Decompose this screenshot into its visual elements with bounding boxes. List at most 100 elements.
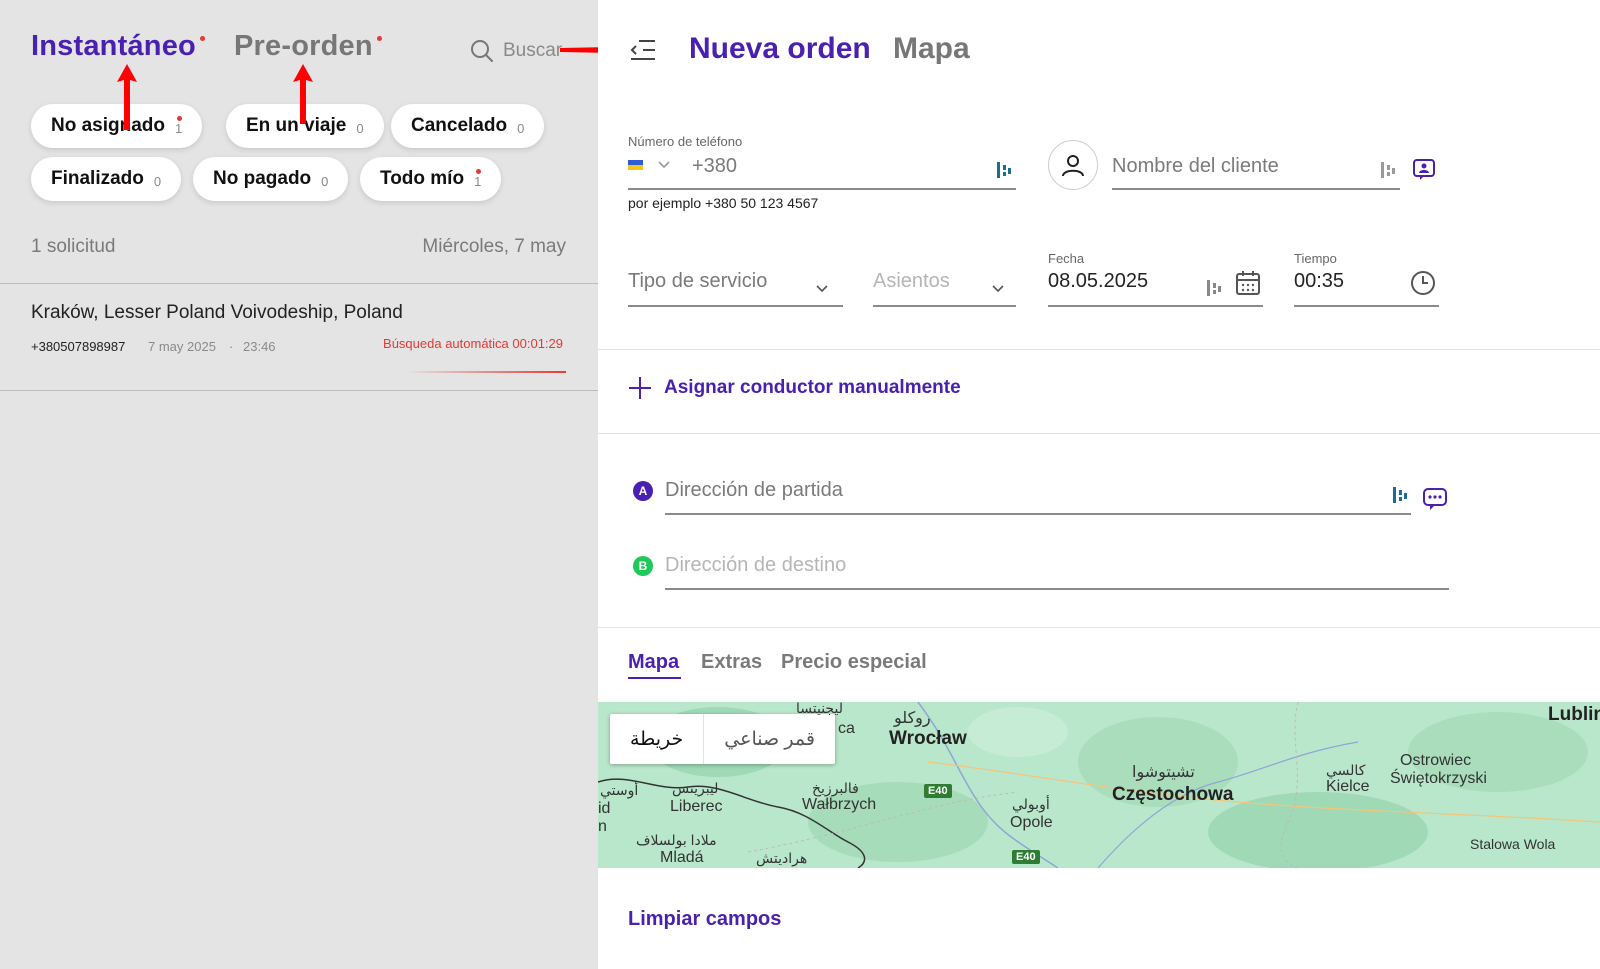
map-label: هراديتش: [756, 850, 808, 866]
calendar-icon[interactable]: [1235, 270, 1261, 296]
chevron-down-icon[interactable]: [658, 161, 670, 169]
service-type-select[interactable]: Tipo de servicio: [628, 270, 767, 293]
map-type-map-button[interactable]: خريطة: [610, 714, 703, 764]
client-card-icon[interactable]: [1412, 158, 1436, 182]
map-label: كالسي: [1326, 762, 1366, 778]
new-order-panel: Nueva orden Mapa Número de teléfono +380…: [598, 0, 1600, 969]
tab-new-order[interactable]: Nueva orden: [689, 32, 871, 66]
date-input[interactable]: 08.05.2025: [1048, 270, 1148, 293]
client-avatar[interactable]: [1048, 140, 1098, 190]
map-label: Częstochowa: [1112, 784, 1234, 805]
user-icon: [1062, 155, 1084, 177]
chip-count: 1: [175, 121, 183, 136]
client-name-underline: [1112, 188, 1400, 190]
active-tab-indicator: [628, 677, 681, 679]
chip-label: Finalizado: [51, 168, 144, 189]
chip-count: 1: [474, 174, 482, 189]
pickup-pin-icon: A: [633, 481, 653, 501]
map-label: ca: [838, 720, 855, 737]
pickup-address-input[interactable]: Dirección de partida: [665, 479, 843, 502]
tab-map[interactable]: Mapa: [893, 32, 970, 66]
clear-fields-button[interactable]: Limpiar campos: [628, 908, 781, 931]
map-label: Mladá: [660, 849, 704, 866]
map-label: Lublin: [1548, 704, 1600, 725]
time-input[interactable]: 00:35: [1294, 270, 1344, 293]
request-count: 1 solicitud: [31, 236, 116, 257]
map-label: تشيتوشوا: [1132, 764, 1195, 781]
chip-label: Cancelado: [411, 115, 508, 136]
ukraine-flag-icon[interactable]: [628, 160, 643, 170]
road-shield: E40: [1012, 850, 1040, 864]
service-type-underline: [628, 305, 843, 307]
subtab-extras[interactable]: Extras: [701, 651, 762, 674]
chip-label: Todo mío: [380, 168, 465, 189]
destination-underline: [665, 588, 1449, 590]
filter-chip-cancelled[interactable]: Cancelado 0: [391, 104, 545, 148]
destination-address-input[interactable]: Dirección de destino: [665, 554, 846, 577]
assign-driver-button[interactable]: Asignar conductor manualmente: [628, 376, 961, 400]
client-name-input[interactable]: Nombre del cliente: [1112, 155, 1279, 178]
divider: [0, 390, 598, 391]
map-type-toggle[interactable]: خريطة قمر صناعي: [610, 714, 835, 764]
voice-input-icon[interactable]: [1380, 161, 1396, 179]
map-label: ليبريتس: [672, 780, 719, 796]
map-label: Liberec: [670, 798, 723, 815]
filter-chip-finished[interactable]: Finalizado 0: [31, 157, 182, 201]
search-label: Buscar: [503, 40, 563, 61]
phone-label: Número de teléfono: [628, 134, 743, 149]
destination-pin-icon: B: [633, 556, 653, 576]
tab-instant-label: Instantáneo: [31, 30, 196, 62]
filter-chip-unpaid[interactable]: No pagado 0: [193, 157, 349, 201]
chip-count: 0: [153, 174, 162, 189]
summary-date: Miércoles, 7 may: [422, 236, 566, 257]
voice-input-icon[interactable]: [1392, 486, 1408, 504]
chevron-down-icon[interactable]: [992, 285, 1004, 293]
time-underline: [1294, 305, 1439, 307]
map-label: Kielce: [1326, 778, 1370, 795]
time-label: Tiempo: [1294, 251, 1337, 266]
voice-input-icon[interactable]: [996, 161, 1012, 179]
collapse-menu-icon[interactable]: [630, 38, 656, 62]
tab-instant[interactable]: Instantáneo: [31, 30, 205, 63]
map-label: روكلو: [894, 710, 931, 727]
voice-input-icon[interactable]: [1206, 279, 1222, 297]
tab-preorder-label: Pre-orden: [234, 30, 373, 62]
order-date: 7 may 2025: [148, 339, 216, 354]
notification-dot: [376, 36, 382, 41]
plus-icon: [629, 377, 651, 399]
subtab-map[interactable]: Mapa: [628, 651, 679, 674]
map-label: أوستي: [600, 782, 639, 798]
chip-label: No pagado: [213, 168, 312, 189]
clock-icon[interactable]: [1410, 270, 1436, 296]
chat-icon[interactable]: [1422, 487, 1448, 511]
search-button[interactable]: Buscar: [469, 38, 562, 64]
subtab-special-price[interactable]: Precio especial: [781, 651, 927, 674]
seats-select[interactable]: Asientos: [873, 270, 950, 293]
map-label: أوبولي: [1012, 796, 1050, 812]
chip-count: 0: [356, 121, 364, 136]
map-view[interactable]: خريطة قمر صناعي ليجنيتسا ca روكلو Wrocła…: [598, 702, 1600, 868]
chip-count: 0: [321, 174, 329, 189]
order-status: Búsqueda automática 00:01:29: [383, 336, 563, 351]
order-time: 23:46: [243, 339, 276, 354]
search-icon: [471, 40, 493, 62]
order-phone: +380507898987: [31, 339, 126, 354]
date-underline: [1048, 305, 1263, 307]
divider: [0, 283, 598, 284]
map-label: ملادا بولسلاف: [636, 832, 717, 848]
phone-input[interactable]: +380: [692, 155, 737, 178]
filter-chip-all-mine[interactable]: Todo mío 1: [360, 157, 502, 201]
pickup-underline: [665, 513, 1411, 515]
orders-panel: Instantáneo Pre-orden Buscar No asignado…: [0, 0, 598, 969]
search-progress-bar: [405, 371, 566, 373]
annotation-arrow-up-icon: [117, 64, 137, 130]
tab-preorder[interactable]: Pre-orden: [234, 30, 382, 63]
seats-underline: [873, 305, 1016, 307]
chevron-down-icon[interactable]: [816, 285, 828, 293]
divider: [598, 349, 1600, 350]
divider: [598, 627, 1600, 628]
divider: [598, 433, 1600, 434]
phone-underline: [628, 188, 1016, 190]
map-type-satellite-button[interactable]: قمر صناعي: [703, 714, 835, 764]
notification-dot: [199, 36, 205, 41]
